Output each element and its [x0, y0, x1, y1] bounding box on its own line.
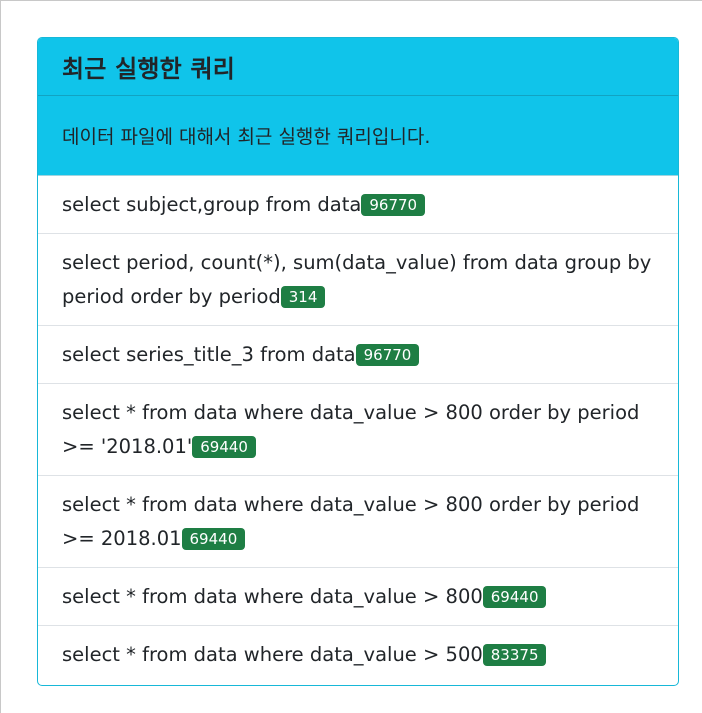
query-list-item[interactable]: select period, count(*), sum(data_value)… [38, 234, 678, 326]
card-title: 최근 실행한 쿼리 [62, 55, 236, 83]
row-count-badge: 314 [280, 285, 326, 308]
query-text: select * from data where data_value > 50… [62, 643, 483, 666]
card-header: 최근 실행한 쿼리 [38, 38, 678, 96]
query-list-item[interactable]: select * from data where data_value > 80… [38, 384, 678, 476]
query-list: select subject,group from data 96770 sele… [38, 176, 678, 684]
query-text: select * from data where data_value > 80… [62, 584, 483, 608]
recent-queries-card: 최근 실행한 쿼리 데이터 파일에 대해서 최근 실행한 쿼리입니다. sele… [37, 37, 679, 686]
row-count-badge: 69440 [192, 435, 256, 458]
query-text: select period, count(*), sum(data_value)… [62, 250, 652, 308]
query-list-item[interactable]: select * from data where data_value > 80… [38, 476, 678, 568]
query-text: select * from data where data_value > 80… [62, 400, 640, 458]
query-list-item[interactable]: select series_title_3 from data 96770 [38, 326, 678, 384]
row-count-badge: 96770 [361, 193, 426, 216]
query-list-item[interactable]: select subject,group from data 96770 [38, 176, 678, 234]
query-text: select subject,group from data [62, 192, 362, 216]
query-text: select * from data where data_value > 80… [62, 492, 640, 550]
row-count-badge: 69440 [482, 585, 547, 608]
query-list-item[interactable]: select * from data where data_value > 80… [38, 568, 678, 626]
row-count-badge: 69440 [181, 527, 246, 550]
card-subtitle: 데이터 파일에 대해서 최근 실행한 쿼리입니다. [62, 126, 431, 148]
row-count-badge: 96770 [355, 343, 420, 366]
query-text: select series_title_3 from data [62, 342, 356, 366]
row-count-badge: 83375 [482, 644, 547, 666]
query-list-item[interactable]: select * from data where data_value > 50… [38, 626, 678, 684]
card-description: 데이터 파일에 대해서 최근 실행한 쿼리입니다. [38, 96, 678, 176]
